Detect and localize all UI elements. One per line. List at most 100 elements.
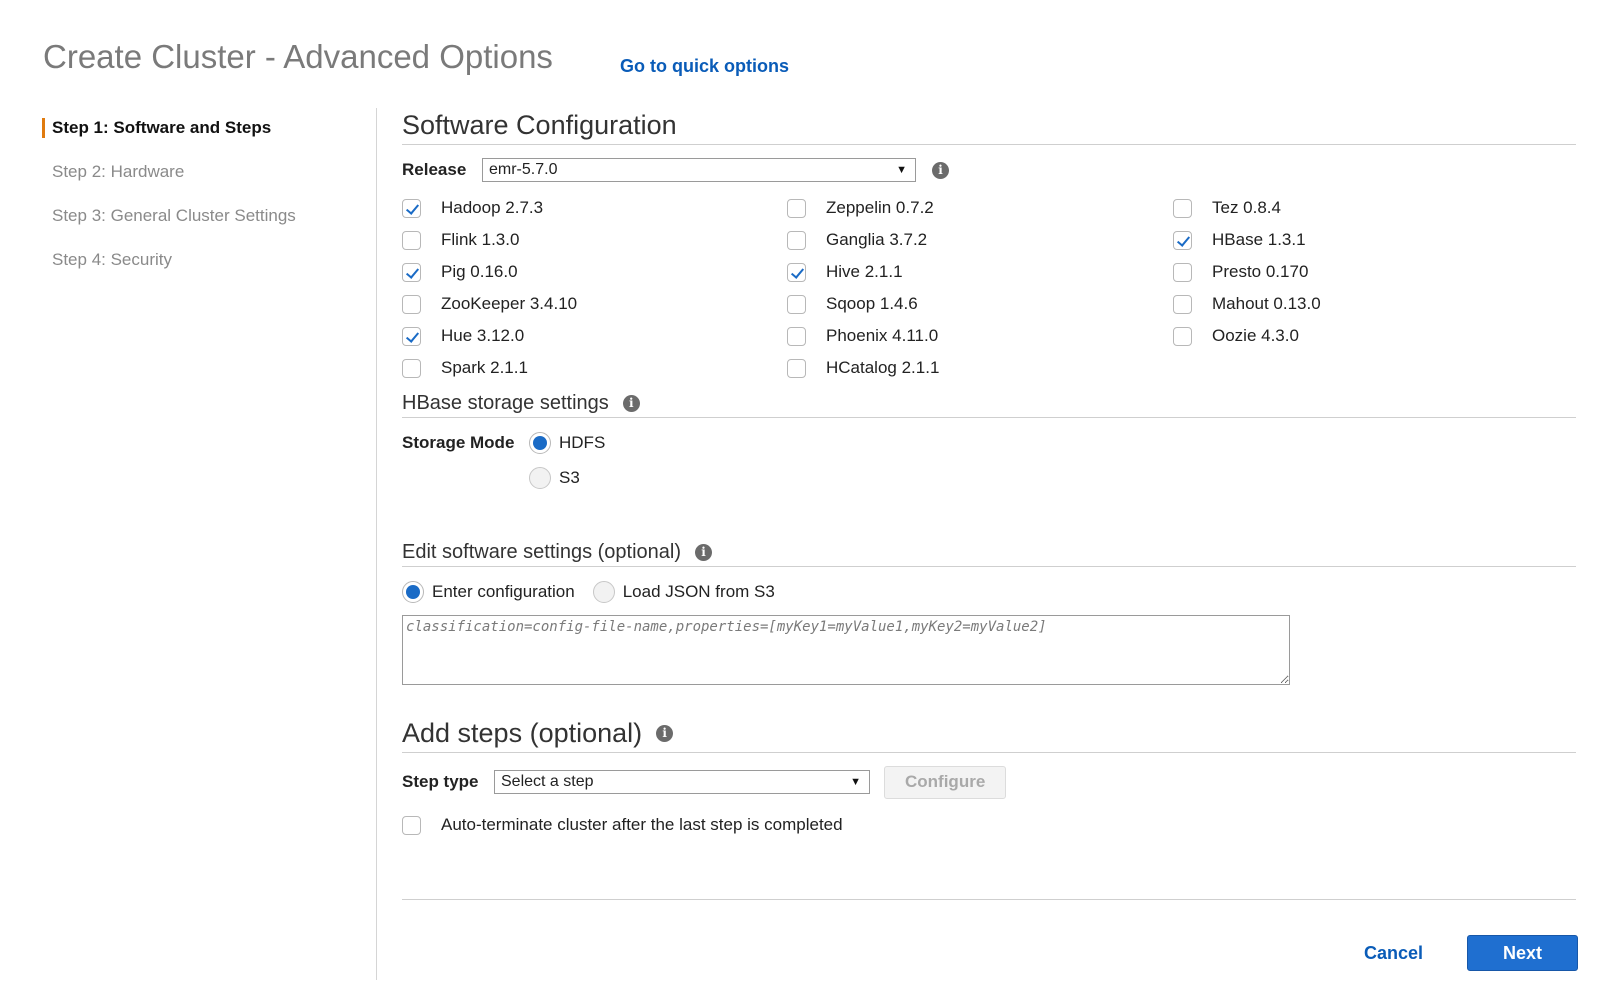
radio-button[interactable] (402, 581, 424, 603)
configuration-textarea[interactable] (402, 615, 1290, 685)
applications-grid: Hadoop 2.7.3 Flink 1.3.0 Pig 0.16.0 ZooK… (402, 197, 1576, 391)
app-label: Tez 0.8.4 (1212, 198, 1281, 217)
app-checkbox-phoenix[interactable]: Phoenix 4.11.0 (787, 325, 938, 347)
chevron-down-icon: ▼ (896, 164, 907, 176)
checkbox[interactable] (1173, 198, 1192, 218)
checkbox[interactable] (402, 326, 421, 346)
app-checkbox-pig[interactable]: Pig 0.16.0 (402, 261, 518, 283)
radio-label: S3 (559, 468, 580, 487)
radio-button[interactable] (529, 432, 551, 454)
app-label: HBase 1.3.1 (1212, 230, 1306, 249)
checkbox[interactable] (402, 294, 421, 314)
software-configuration-heading: Software Configuration (402, 108, 1576, 145)
app-label: Spark 2.1.1 (441, 358, 528, 377)
chevron-down-icon: ▼ (850, 776, 861, 788)
storage-mode-hdfs-option[interactable]: HDFS (529, 432, 605, 454)
info-icon[interactable]: i (656, 724, 674, 742)
checkbox[interactable] (1173, 326, 1192, 346)
info-icon[interactable]: i (932, 161, 949, 179)
checkbox[interactable] (1173, 294, 1192, 314)
checkbox[interactable] (787, 198, 806, 218)
app-checkbox-oozie[interactable]: Oozie 4.3.0 (1173, 325, 1299, 347)
app-checkbox-hadoop[interactable]: Hadoop 2.7.3 (402, 197, 543, 219)
auto-terminate-checkbox[interactable] (402, 815, 421, 835)
software-configuration-title: Software Configuration (402, 109, 677, 140)
app-label: Hive 2.1.1 (826, 262, 903, 281)
sidebar-step-security[interactable]: Step 4: Security (42, 250, 362, 294)
release-select[interactable]: emr-5.7.0 ▼ (482, 158, 916, 182)
app-label: Phoenix 4.11.0 (826, 326, 939, 345)
app-label: Presto 0.170 (1212, 262, 1309, 281)
info-icon[interactable]: i (622, 394, 640, 412)
app-checkbox-spark[interactable]: Spark 2.1.1 (402, 357, 528, 379)
app-label: Flink 1.3.0 (441, 230, 520, 249)
storage-mode-group: Storage Mode HDFS S3 (402, 430, 1576, 540)
app-checkbox-hive[interactable]: Hive 2.1.1 (787, 261, 903, 283)
step-type-select-value: Select a step (501, 773, 594, 790)
app-label: Hue 3.12.0 (441, 326, 525, 345)
checkbox[interactable] (787, 262, 806, 282)
app-checkbox-hbase[interactable]: HBase 1.3.1 (1173, 229, 1306, 251)
app-label: Zeppelin 0.7.2 (826, 198, 934, 217)
enter-configuration-option[interactable]: Enter configuration (402, 581, 575, 603)
storage-mode-s3-option[interactable]: S3 (529, 467, 580, 489)
checkbox[interactable] (402, 358, 421, 378)
app-checkbox-hue[interactable]: Hue 3.12.0 (402, 325, 524, 347)
app-label: Mahout 0.13.0 (1212, 294, 1321, 313)
wizard-steps-sidebar: Step 1: Software and Steps Step 2: Hardw… (42, 118, 362, 294)
app-checkbox-sqoop[interactable]: Sqoop 1.4.6 (787, 293, 918, 315)
app-checkbox-hcatalog[interactable]: HCatalog 2.1.1 (787, 357, 939, 379)
sidebar-step-software-and-steps[interactable]: Step 1: Software and Steps (42, 118, 362, 138)
app-checkbox-mahout[interactable]: Mahout 0.13.0 (1173, 293, 1321, 315)
edit-software-settings-heading: Edit software settings (optional) i (402, 540, 1576, 567)
configuration-textarea-wrapper (402, 615, 1576, 690)
checkbox[interactable] (787, 326, 806, 346)
checkbox[interactable] (402, 230, 421, 250)
app-checkbox-tez[interactable]: Tez 0.8.4 (1173, 197, 1281, 219)
app-checkbox-presto[interactable]: Presto 0.170 (1173, 261, 1308, 283)
hbase-storage-heading: HBase storage settings i (402, 391, 1576, 418)
step-type-row: Step type Select a step ▼ Configure (402, 765, 1576, 799)
add-steps-title: Add steps (optional) (402, 717, 643, 748)
radio-button[interactable] (529, 467, 551, 489)
storage-mode-label: Storage Mode (402, 433, 515, 452)
checkbox[interactable] (402, 262, 421, 282)
checkbox[interactable] (787, 294, 806, 314)
app-label: Hadoop 2.7.3 (441, 198, 544, 217)
app-checkbox-zeppelin[interactable]: Zeppelin 0.7.2 (787, 197, 934, 219)
cancel-button[interactable]: Cancel (1364, 943, 1423, 964)
page-title: Create Cluster - Advanced Options (43, 38, 553, 75)
info-icon[interactable]: i (695, 543, 713, 561)
go-to-quick-options-link[interactable]: Go to quick options (620, 56, 789, 77)
checkbox[interactable] (787, 230, 806, 250)
configure-button[interactable]: Configure (884, 765, 1007, 799)
hbase-storage-title: HBase storage settings (402, 391, 609, 414)
sidebar-step-hardware[interactable]: Step 2: Hardware (42, 162, 362, 206)
auto-terminate-label: Auto-terminate cluster after the last st… (441, 815, 843, 834)
app-checkbox-ganglia[interactable]: Ganglia 3.7.2 (787, 229, 927, 251)
edit-software-settings-title: Edit software settings (optional) (402, 540, 682, 563)
release-row: Release emr-5.7.0 ▼ i (402, 157, 1576, 183)
app-checkbox-zookeeper[interactable]: ZooKeeper 3.4.10 (402, 293, 577, 315)
radio-button[interactable] (592, 581, 615, 603)
checkbox[interactable] (787, 358, 806, 378)
release-label: Release (402, 160, 467, 179)
app-checkbox-flink[interactable]: Flink 1.3.0 (402, 229, 519, 251)
main-content: Software Configuration Release emr-5.7.0… (402, 108, 1576, 835)
load-json-from-s3-option[interactable]: Load JSON from S3 (592, 581, 775, 603)
app-label: ZooKeeper 3.4.10 (441, 294, 578, 313)
step-type-select[interactable]: Select a step ▼ (494, 770, 870, 794)
next-button[interactable]: Next (1467, 935, 1578, 971)
radio-label: Enter configuration (432, 582, 575, 601)
sidebar-step-general-cluster-settings[interactable]: Step 3: General Cluster Settings (42, 206, 362, 250)
auto-terminate-row[interactable]: Auto-terminate cluster after the last st… (402, 815, 1576, 835)
checkbox[interactable] (402, 198, 421, 218)
app-label: Oozie 4.3.0 (1212, 326, 1299, 345)
release-select-value: emr-5.7.0 (489, 161, 558, 178)
footer-divider (402, 899, 1576, 900)
radio-label: HDFS (559, 433, 606, 452)
checkbox[interactable] (1173, 262, 1192, 282)
app-label: Pig 0.16.0 (441, 262, 518, 281)
checkbox[interactable] (1173, 230, 1192, 250)
radio-label: Load JSON from S3 (622, 582, 775, 601)
